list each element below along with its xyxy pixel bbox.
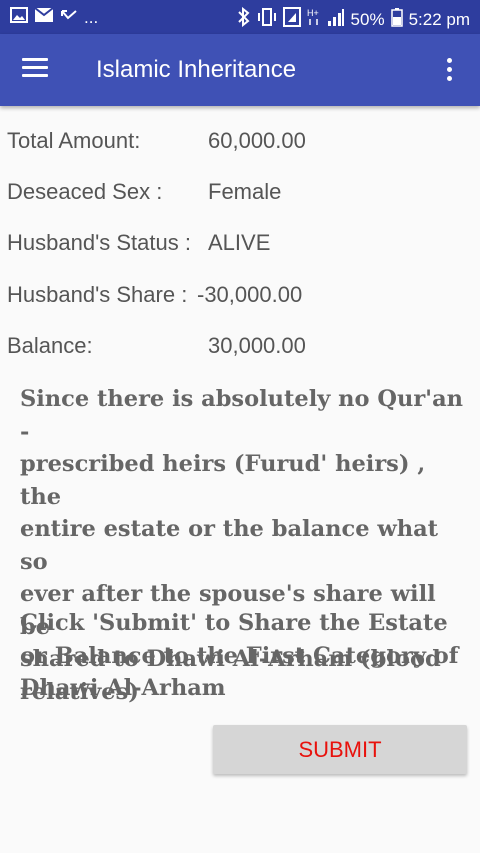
submit-button[interactable]: SUBMIT [213, 725, 467, 774]
husband-share-value: -30,000.00 [197, 282, 303, 307]
app-title: Islamic Inheritance [96, 56, 297, 83]
hplus-network-icon: H+ [307, 7, 321, 32]
more-notifications-indicator: ... [84, 7, 99, 27]
mail-icon [34, 7, 54, 28]
vibrate-icon [257, 7, 277, 32]
total-amount-value: 60,000.00 [208, 128, 306, 153]
sim-signal-icon [282, 7, 301, 32]
missed-call-icon [60, 7, 78, 28]
deceased-sex-value: Female [208, 179, 282, 204]
battery-icon [390, 7, 403, 32]
battery-percentage: 50% [350, 9, 385, 29]
balance-value: 30,000.00 [208, 333, 306, 358]
balance-label: Balance: [7, 333, 93, 358]
husband-share-label: Husband's Share : [7, 282, 188, 307]
instruction-text: Click 'Submit' to Share the Estate or Ba… [20, 610, 459, 701]
signal-strength-icon [327, 7, 345, 32]
menu-icon[interactable] [22, 58, 50, 80]
husband-status-label: Husband's Status : [7, 230, 191, 255]
total-amount-label: Total Amount: [7, 128, 141, 153]
status-right-icons: H+ 50% 5:22 pm [237, 6, 470, 32]
svg-text:H+: H+ [307, 8, 319, 18]
deceased-sex-label: Deseaced Sex : [7, 179, 163, 204]
husband-status-value: ALIVE [208, 230, 271, 255]
app-bar: Islamic Inheritance [0, 34, 480, 106]
status-left-icons: ... [10, 7, 98, 28]
status-bar: ... H+ 50% 5:22 pm [0, 0, 480, 34]
overflow-menu-icon[interactable] [438, 54, 460, 84]
clock: 5:22 pm [408, 9, 470, 29]
image-notification-icon [10, 7, 28, 28]
bluetooth-icon [237, 6, 251, 32]
